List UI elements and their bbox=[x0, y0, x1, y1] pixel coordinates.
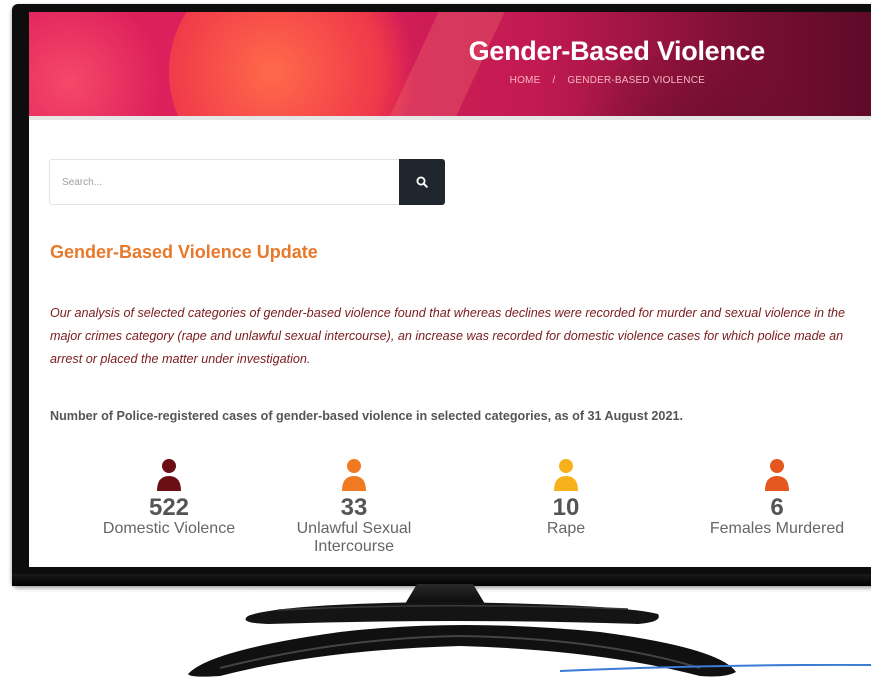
breadcrumb-current: GENDER-BASED VIOLENCE bbox=[567, 75, 705, 86]
search-button[interactable] bbox=[399, 159, 445, 205]
stat-value: 10 bbox=[552, 494, 580, 521]
stat-value: 522 bbox=[148, 494, 190, 521]
stat-label: Rape bbox=[546, 520, 586, 537]
breadcrumb-separator: / bbox=[552, 75, 556, 86]
stat-females-murdered: 6 Females Murdered bbox=[677, 458, 871, 538]
page-banner: Gender-Based Violence HOME / GENDER-BASE… bbox=[29, 12, 871, 120]
search-form bbox=[49, 159, 445, 205]
page-title: Gender-Based Violence bbox=[468, 36, 766, 66]
search-icon bbox=[416, 176, 428, 188]
decorative-line bbox=[560, 664, 871, 672]
intro-paragraph: Our analysis of selected categories of g… bbox=[50, 306, 846, 366]
breadcrumb-home-link[interactable]: HOME bbox=[510, 75, 541, 86]
stats-row: 522 Domestic Violence 33 Unlawful Sexual… bbox=[29, 458, 871, 567]
stat-label: Domestic Violence bbox=[102, 520, 236, 537]
person-icon bbox=[554, 459, 578, 491]
breadcrumb: HOME / GENDER-BASED VIOLENCE bbox=[510, 75, 705, 86]
stat-value: 6 bbox=[770, 494, 784, 521]
tv-photo: Gender-Based Violence HOME / GENDER-BASE… bbox=[0, 0, 871, 678]
stat-label: Unlawful Sexual Intercourse bbox=[296, 520, 412, 555]
stat-rape: 10 Rape bbox=[466, 458, 666, 538]
section-title: Gender-Based Violence Update bbox=[50, 242, 318, 262]
search-input[interactable] bbox=[49, 159, 399, 205]
tv-screen: Gender-Based Violence HOME / GENDER-BASE… bbox=[29, 12, 871, 567]
person-icon bbox=[765, 459, 789, 491]
person-icon bbox=[157, 459, 181, 491]
stat-domestic-violence: 522 Domestic Violence bbox=[69, 458, 269, 538]
stat-value: 33 bbox=[340, 494, 368, 521]
stat-unlawful-sexual-intercourse: 33 Unlawful Sexual Intercourse bbox=[254, 458, 454, 556]
person-icon bbox=[342, 459, 366, 491]
stat-label: Females Murdered bbox=[709, 520, 845, 537]
stats-caption: Number of Police-registered cases of gen… bbox=[50, 409, 683, 423]
